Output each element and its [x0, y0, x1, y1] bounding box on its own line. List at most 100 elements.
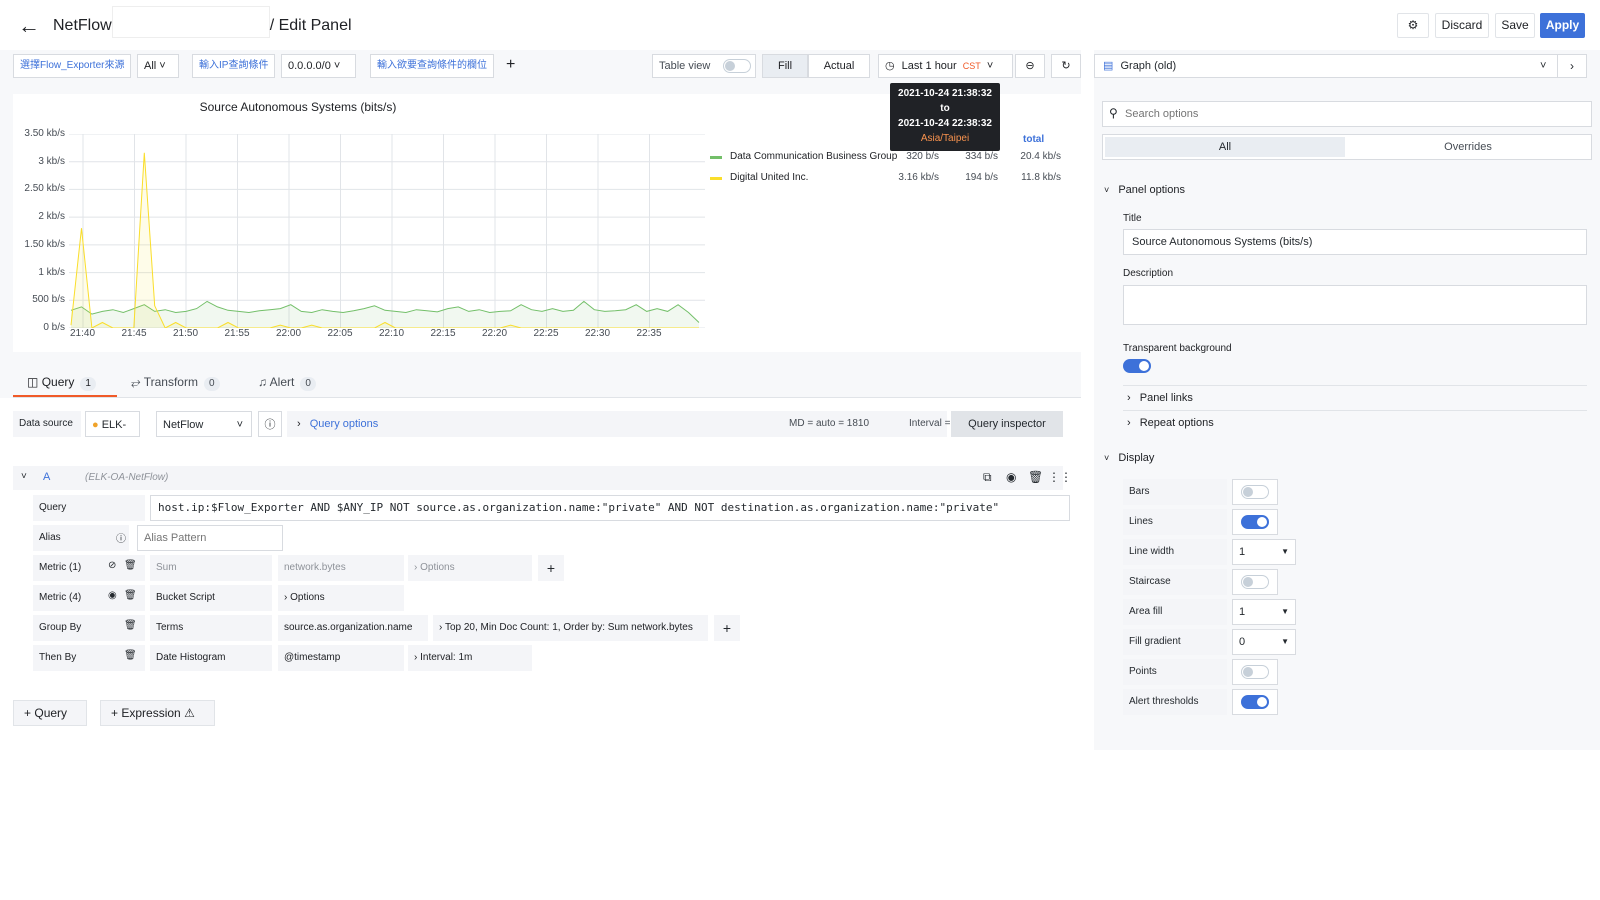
eye-off-icon[interactable]: ⊘	[108, 560, 116, 571]
points-label: Points	[1123, 659, 1227, 685]
add-group-by-plus-icon[interactable]: +	[714, 615, 740, 641]
elastic-logo-icon: ●	[92, 419, 99, 431]
staircase-switch-box	[1232, 569, 1278, 595]
save-button[interactable]: Save	[1495, 13, 1535, 38]
area-fill-label: Area fill	[1123, 599, 1227, 625]
eye-icon[interactable]: ◉	[1006, 470, 1016, 484]
collapse-pane-chevron-icon[interactable]: ›	[1557, 54, 1587, 78]
trash-icon[interactable]: 🗑	[124, 620, 137, 631]
fill-gradient-select[interactable]: 0 ▼	[1232, 629, 1296, 655]
alias-input[interactable]	[137, 525, 283, 551]
add-expression-button[interactable]: + Expression ⚠	[100, 700, 215, 726]
back-arrow-icon[interactable]: ←	[18, 14, 42, 38]
chevron-right-icon: ›	[414, 562, 418, 573]
y-tick-label: 500 b/s	[32, 294, 65, 306]
query-inspector-button[interactable]: Query inspector	[951, 411, 1063, 437]
tab-overrides[interactable]: Overrides	[1348, 137, 1588, 157]
metric-1-type[interactable]: Sum	[150, 555, 272, 581]
group-by-type[interactable]: Terms	[150, 615, 272, 641]
table-view-switch[interactable]	[723, 59, 751, 73]
metric-4-options[interactable]: › Options	[278, 585, 404, 611]
description-textarea[interactable]	[1123, 285, 1587, 325]
legend-value-current: 194 b/s	[965, 172, 998, 183]
chevron-down-icon: ˅	[1104, 185, 1110, 195]
collapse-chevron-icon[interactable]: ˅	[21, 471, 27, 482]
metric-1-field[interactable]: network.bytes	[278, 555, 404, 581]
add-metric-plus-icon[interactable]: +	[538, 555, 564, 581]
datasource-picker[interactable]: ● ELK-	[85, 411, 140, 437]
copy-icon[interactable]: ⧉	[983, 470, 992, 485]
trash-icon[interactable]: 🗑	[124, 560, 137, 571]
query-options-toggle[interactable]: › Query options MD = auto = 1810 Interva…	[287, 411, 964, 437]
title-input[interactable]: Source Autonomous Systems (bits/s)	[1123, 229, 1587, 255]
tab-transform-label: Transform	[143, 375, 198, 389]
add-variable-plus-icon[interactable]: +	[506, 56, 515, 74]
legend-total-header[interactable]: total	[1023, 134, 1044, 145]
trash-icon[interactable]: 🗑	[124, 650, 137, 661]
query-input[interactable]: host.ip:$Flow_Exporter AND $ANY_IP NOT s…	[150, 495, 1070, 521]
search-input[interactable]	[1125, 105, 1525, 123]
search-options-field[interactable]: ⚲	[1102, 101, 1592, 127]
help-icon[interactable]: ⓘ	[258, 411, 282, 437]
chevron-down-icon: ˅	[236, 419, 243, 431]
add-query-button[interactable]: + Query	[13, 700, 87, 726]
apply-button[interactable]: Apply	[1540, 13, 1585, 38]
tab-alert[interactable]: ♫ Alert 0	[258, 372, 316, 398]
group-by-options[interactable]: › Top 20, Min Doc Count: 1, Order by: Su…	[433, 615, 708, 641]
graph-icon: ▤	[1103, 60, 1114, 72]
tab-all[interactable]: All	[1105, 137, 1345, 157]
alert-thresholds-label: Alert thresholds	[1123, 689, 1227, 715]
refresh-icon[interactable]: ↻	[1051, 54, 1081, 78]
alert-thresholds-switch[interactable]	[1241, 695, 1269, 709]
visualization-picker[interactable]: ▤ Graph (old) ˅	[1094, 54, 1584, 78]
variable-ip-select[interactable]: 0.0.0.0/0 ˅	[281, 54, 356, 78]
then-by-type[interactable]: Date Histogram	[150, 645, 272, 671]
zoom-out-icon[interactable]: ⊖	[1015, 54, 1045, 78]
trash-icon[interactable]: 🗑	[1028, 470, 1043, 484]
panel-options-header[interactable]: ˅ Panel options	[1104, 184, 1185, 196]
table-view-toggle[interactable]: Table view	[652, 54, 756, 78]
series-area-1	[71, 152, 699, 328]
tab-query[interactable]: ◫ Query 1	[13, 372, 117, 398]
then-by-options[interactable]: › Interval: 1m	[408, 645, 532, 671]
query-row-header: ˅ A (ELK-OA-NetFlow) ⧉ ◉ 🗑 ⋮⋮	[13, 466, 1072, 490]
query-ref-id[interactable]: A	[43, 471, 50, 483]
datasource-value-select[interactable]: NetFlow ˅	[156, 411, 252, 437]
legend-value-total: 11.8 kb/s	[1021, 172, 1061, 183]
actual-button[interactable]: Actual	[808, 54, 870, 78]
metric-4-type[interactable]: Bucket Script	[150, 585, 272, 611]
y-tick-label: 1 kb/s	[38, 266, 65, 278]
line-width-select[interactable]: 1 ▼	[1232, 539, 1296, 565]
timezone-badge: CST	[962, 61, 981, 71]
tab-transform[interactable]: ⥂ Transform 0	[131, 372, 220, 398]
group-by-field[interactable]: source.as.organization.name	[278, 615, 428, 641]
chevron-down-icon: ˅	[1540, 60, 1547, 72]
metric-1-options[interactable]: › Options	[408, 555, 532, 581]
then-by-field[interactable]: @timestamp	[278, 645, 404, 671]
lines-switch[interactable]	[1241, 515, 1269, 529]
variable-flow-exporter-select[interactable]: All ˅	[137, 54, 179, 78]
variable-field-label[interactable]: 輸入欲要查詢條件的欄位	[370, 54, 494, 78]
x-tick-label: 22:30	[585, 328, 611, 339]
time-picker[interactable]: ◷ Last 1 hour CST ˅	[878, 54, 1013, 78]
panel-links-toggle[interactable]: › Panel links	[1127, 392, 1193, 404]
settings-gear-icon[interactable]: ⚙	[1397, 13, 1429, 38]
legend-series-name[interactable]: Digital United Inc.	[730, 172, 904, 183]
points-switch[interactable]	[1241, 665, 1269, 679]
tooltip-timezone: Asia/Taipei	[920, 133, 970, 144]
x-tick-label: 21:55	[224, 328, 250, 339]
discard-button[interactable]: Discard	[1435, 13, 1489, 38]
display-header[interactable]: ˅ Display	[1104, 452, 1154, 464]
trash-icon[interactable]: 🗑	[124, 590, 137, 601]
eye-icon[interactable]: ◉	[108, 590, 117, 601]
metric-4-options-label: Options	[290, 592, 325, 603]
area-fill-select[interactable]: 1 ▼	[1232, 599, 1296, 625]
bars-switch[interactable]	[1241, 485, 1269, 499]
bars-label: Bars	[1123, 479, 1227, 505]
staircase-switch[interactable]	[1241, 575, 1269, 589]
drag-handle-icon[interactable]: ⋮⋮	[1048, 470, 1072, 484]
repeat-options-toggle[interactable]: › Repeat options	[1127, 417, 1214, 429]
transparent-background-switch[interactable]	[1123, 359, 1151, 373]
legend-series-name[interactable]: Data Communication Business Group	[730, 151, 904, 162]
fill-button[interactable]: Fill	[762, 54, 808, 78]
